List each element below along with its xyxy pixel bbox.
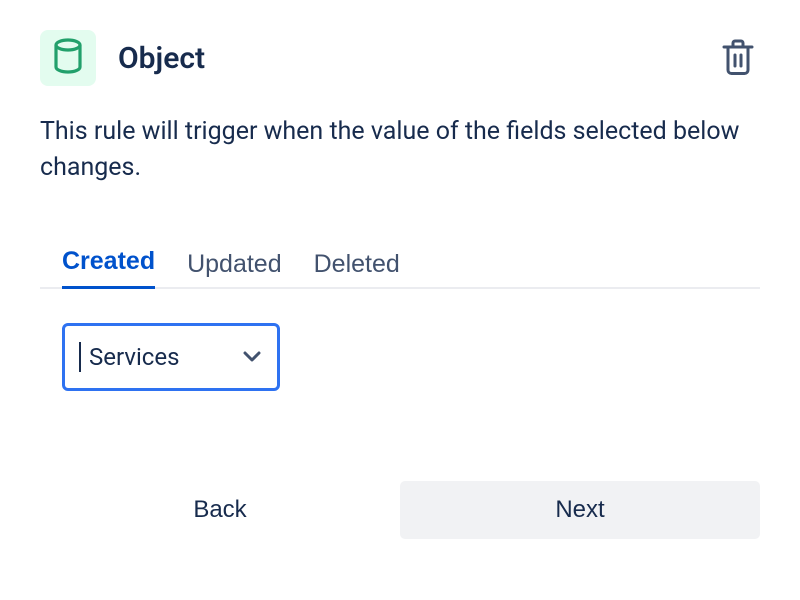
object-type-select[interactable]: Services bbox=[62, 323, 280, 391]
cylinder-icon bbox=[52, 38, 84, 78]
trigger-tabs: Created Updated Deleted bbox=[40, 247, 760, 289]
tab-created[interactable]: Created bbox=[62, 247, 155, 289]
object-type-field: Services bbox=[40, 323, 760, 391]
text-cursor bbox=[79, 342, 81, 372]
next-button[interactable]: Next bbox=[400, 481, 760, 539]
rule-description: This rule will trigger when the value of… bbox=[40, 114, 760, 187]
delete-button[interactable] bbox=[716, 33, 760, 84]
footer-actions: Back Next bbox=[40, 481, 760, 539]
trash-icon bbox=[720, 65, 756, 80]
chevron-down-icon bbox=[243, 351, 261, 363]
back-button[interactable]: Back bbox=[40, 481, 400, 539]
tab-deleted[interactable]: Deleted bbox=[314, 250, 400, 289]
header-left: Object bbox=[40, 30, 205, 86]
tab-updated[interactable]: Updated bbox=[187, 250, 282, 289]
select-value: Services bbox=[89, 343, 179, 371]
object-icon-box bbox=[40, 30, 96, 86]
page-title: Object bbox=[118, 41, 205, 76]
header: Object bbox=[40, 30, 760, 86]
select-value-wrap: Services bbox=[79, 342, 179, 372]
